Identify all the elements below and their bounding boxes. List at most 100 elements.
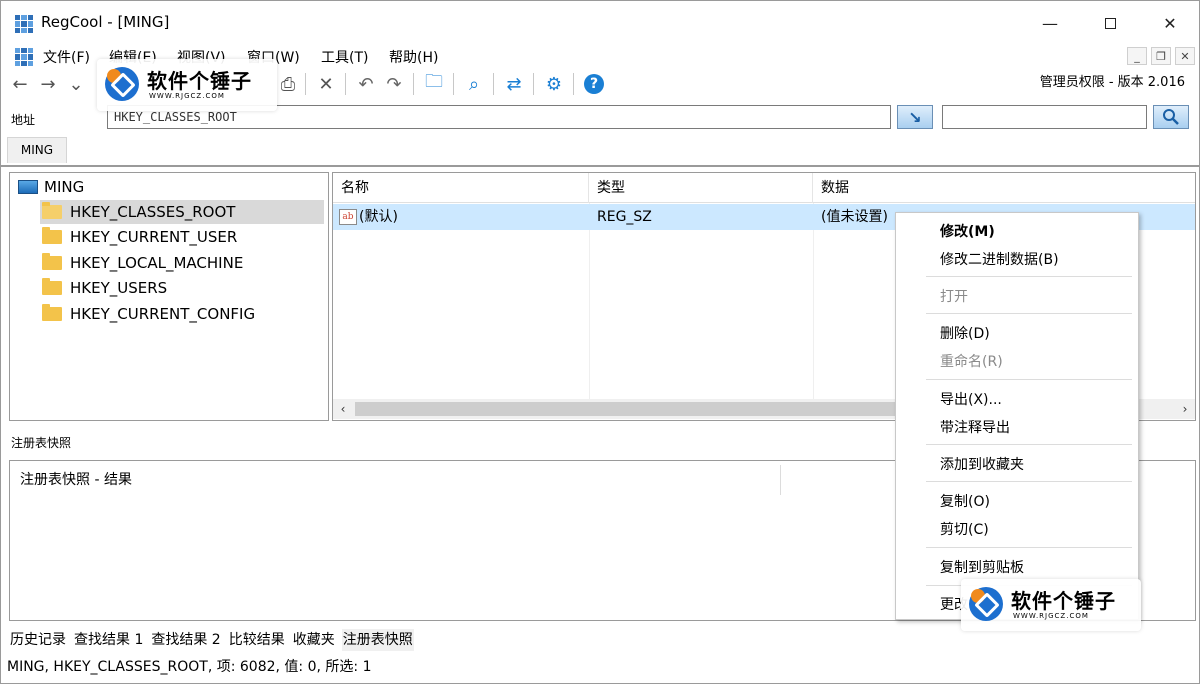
- regcool-app-icon: [15, 15, 33, 33]
- menu-item-export-comment[interactable]: 带注释导出: [940, 417, 1010, 437]
- mdi-doc-icon[interactable]: [15, 48, 33, 66]
- snapshot-panel-title: 注册表快照: [11, 436, 72, 450]
- save-icon: ⎙: [280, 73, 296, 95]
- menu-help[interactable]: 帮助(H): [389, 47, 438, 67]
- column-header-data[interactable]: 数据: [813, 173, 1195, 203]
- tree-item-label: HKEY_CURRENT_USER: [70, 228, 238, 246]
- toolbar-separator: [453, 73, 454, 95]
- tree-item-hkey-users[interactable]: HKEY_USERS: [40, 276, 173, 300]
- delete-button[interactable]: ✕: [313, 71, 339, 97]
- find-button[interactable]: ⌕: [461, 71, 487, 97]
- document-tab[interactable]: MING: [7, 137, 67, 163]
- tab-find-results-1[interactable]: 查找结果 1: [73, 629, 144, 651]
- menu-item-add-favorite[interactable]: 添加到收藏夹: [940, 454, 1024, 474]
- watermark-bottom: 软件个锤子 WWW.RJGCZ.COM: [961, 579, 1141, 631]
- redo-icon: ↷: [386, 73, 402, 95]
- title-bar: RegCool - [MING] — ✕: [1, 1, 1199, 45]
- minimize-icon: —: [1042, 13, 1058, 33]
- menu-item-copy[interactable]: 复制(O): [940, 491, 990, 511]
- tree-root-computer[interactable]: MING: [18, 175, 84, 199]
- menu-separator: [926, 313, 1132, 314]
- tab-favorites[interactable]: 收藏夹: [292, 629, 336, 651]
- new-key-button[interactable]: 🗀: [421, 71, 447, 97]
- mdi-minimize-button[interactable]: _: [1127, 47, 1147, 65]
- refresh-icon: ⇄: [506, 73, 522, 95]
- menu-separator: [926, 481, 1132, 482]
- tab-registry-snapshot[interactable]: 注册表快照: [341, 629, 414, 651]
- menu-item-modify-binary[interactable]: 修改二进制数据(B): [940, 249, 1059, 269]
- tab-compare-results[interactable]: 比较结果: [228, 629, 286, 651]
- menu-item-delete[interactable]: 删除(D): [940, 323, 990, 343]
- folder-icon: [42, 253, 62, 270]
- undo-button[interactable]: ↶: [353, 71, 379, 97]
- watermark-url: WWW.RJGCZ.COM: [149, 92, 225, 100]
- watermark-logo-icon: [969, 587, 1003, 621]
- refresh-button[interactable]: ⇄: [501, 71, 527, 97]
- cell-data: (值未设置): [821, 209, 888, 225]
- toolbar-separator: [493, 73, 494, 95]
- tree-item-hkey-current-user[interactable]: HKEY_CURRENT_USER: [40, 225, 243, 249]
- watermark-title: 软件个锤子: [1011, 589, 1116, 613]
- toolbar-separator: [573, 73, 574, 95]
- menu-item-modify[interactable]: 修改(M): [940, 221, 995, 241]
- watermark-logo-icon: [105, 67, 139, 101]
- settings-button[interactable]: ⚙: [541, 71, 567, 97]
- chevron-down-icon: ⌄: [68, 73, 84, 95]
- menu-item-open[interactable]: 打开: [940, 286, 968, 306]
- column-header-type[interactable]: 类型: [589, 173, 813, 203]
- undo-icon: ↶: [358, 73, 374, 95]
- close-button[interactable]: ✕: [1141, 1, 1199, 45]
- menu-tools[interactable]: 工具(T): [321, 47, 368, 67]
- forward-button[interactable]: →: [35, 71, 61, 97]
- folder-icon: [42, 227, 62, 244]
- redo-button[interactable]: ↷: [381, 71, 407, 97]
- go-button[interactable]: ↘: [897, 105, 933, 129]
- scroll-left-button[interactable]: ‹: [333, 399, 353, 419]
- address-label: 地址: [11, 113, 36, 127]
- version-label: 管理员权限 - 版本 2.016: [1039, 75, 1185, 90]
- scroll-right-button[interactable]: ›: [1175, 399, 1195, 419]
- menu-separator: [926, 276, 1132, 277]
- tree-item-hkey-current-config[interactable]: HKEY_CURRENT_CONFIG: [40, 302, 261, 326]
- mdi-restore-button[interactable]: ❐: [1151, 47, 1171, 65]
- watermark-title: 软件个锤子: [147, 69, 252, 93]
- arrow-left-icon: ←: [12, 73, 28, 95]
- history-dropdown-button[interactable]: ⌄: [63, 71, 89, 97]
- menu-separator: [926, 444, 1132, 445]
- minimize-button[interactable]: —: [1021, 1, 1079, 45]
- maximize-button[interactable]: [1081, 1, 1139, 45]
- search-input[interactable]: [942, 105, 1147, 129]
- menu-item-copy-clipboard[interactable]: 复制到剪贴板: [940, 557, 1024, 577]
- menu-item-rename[interactable]: 重命名(R): [940, 351, 1003, 371]
- search-icon: ⌕: [468, 73, 480, 95]
- window-title: RegCool - [MING]: [41, 13, 170, 31]
- toolbar-separator: [345, 73, 346, 95]
- export-button[interactable]: ⎙: [275, 71, 301, 97]
- help-icon: ?: [584, 74, 604, 94]
- snapshot-result-label: 注册表快照 - 结果: [20, 472, 132, 488]
- search-icon: [1163, 109, 1179, 125]
- search-button[interactable]: [1153, 105, 1189, 129]
- menu-file[interactable]: 文件(F): [43, 47, 90, 67]
- tab-history[interactable]: 历史记录: [9, 629, 67, 651]
- back-button[interactable]: ←: [7, 71, 33, 97]
- folder-icon: [42, 278, 62, 295]
- tree-item-hkey-classes-root[interactable]: HKEY_CLASSES_ROOT: [40, 200, 324, 224]
- column-divider: [813, 203, 814, 399]
- help-button[interactable]: ?: [581, 71, 607, 97]
- menu-item-cut[interactable]: 剪切(C): [940, 519, 989, 539]
- mdi-close-button[interactable]: ✕: [1175, 47, 1195, 65]
- registry-tree[interactable]: MING HKEY_CLASSES_ROOT HKEY_CURRENT_USER…: [9, 172, 329, 421]
- column-header-name[interactable]: 名称: [333, 173, 589, 203]
- tab-find-results-2[interactable]: 查找结果 2: [150, 629, 221, 651]
- computer-icon: [18, 180, 38, 194]
- chevron-left-icon: ‹: [340, 402, 346, 416]
- watermark-url: WWW.RJGCZ.COM: [1013, 612, 1089, 620]
- menu-separator: [926, 547, 1132, 548]
- maximize-icon: [1104, 17, 1116, 29]
- menu-item-export[interactable]: 导出(X)...: [940, 389, 1002, 409]
- tree-item-hkey-local-machine[interactable]: HKEY_LOCAL_MACHINE: [40, 251, 249, 275]
- tree-item-label: HKEY_LOCAL_MACHINE: [70, 254, 244, 272]
- watermark-top: 软件个锤子 WWW.RJGCZ.COM: [97, 59, 277, 111]
- scrollbar-thumb[interactable]: [355, 402, 895, 416]
